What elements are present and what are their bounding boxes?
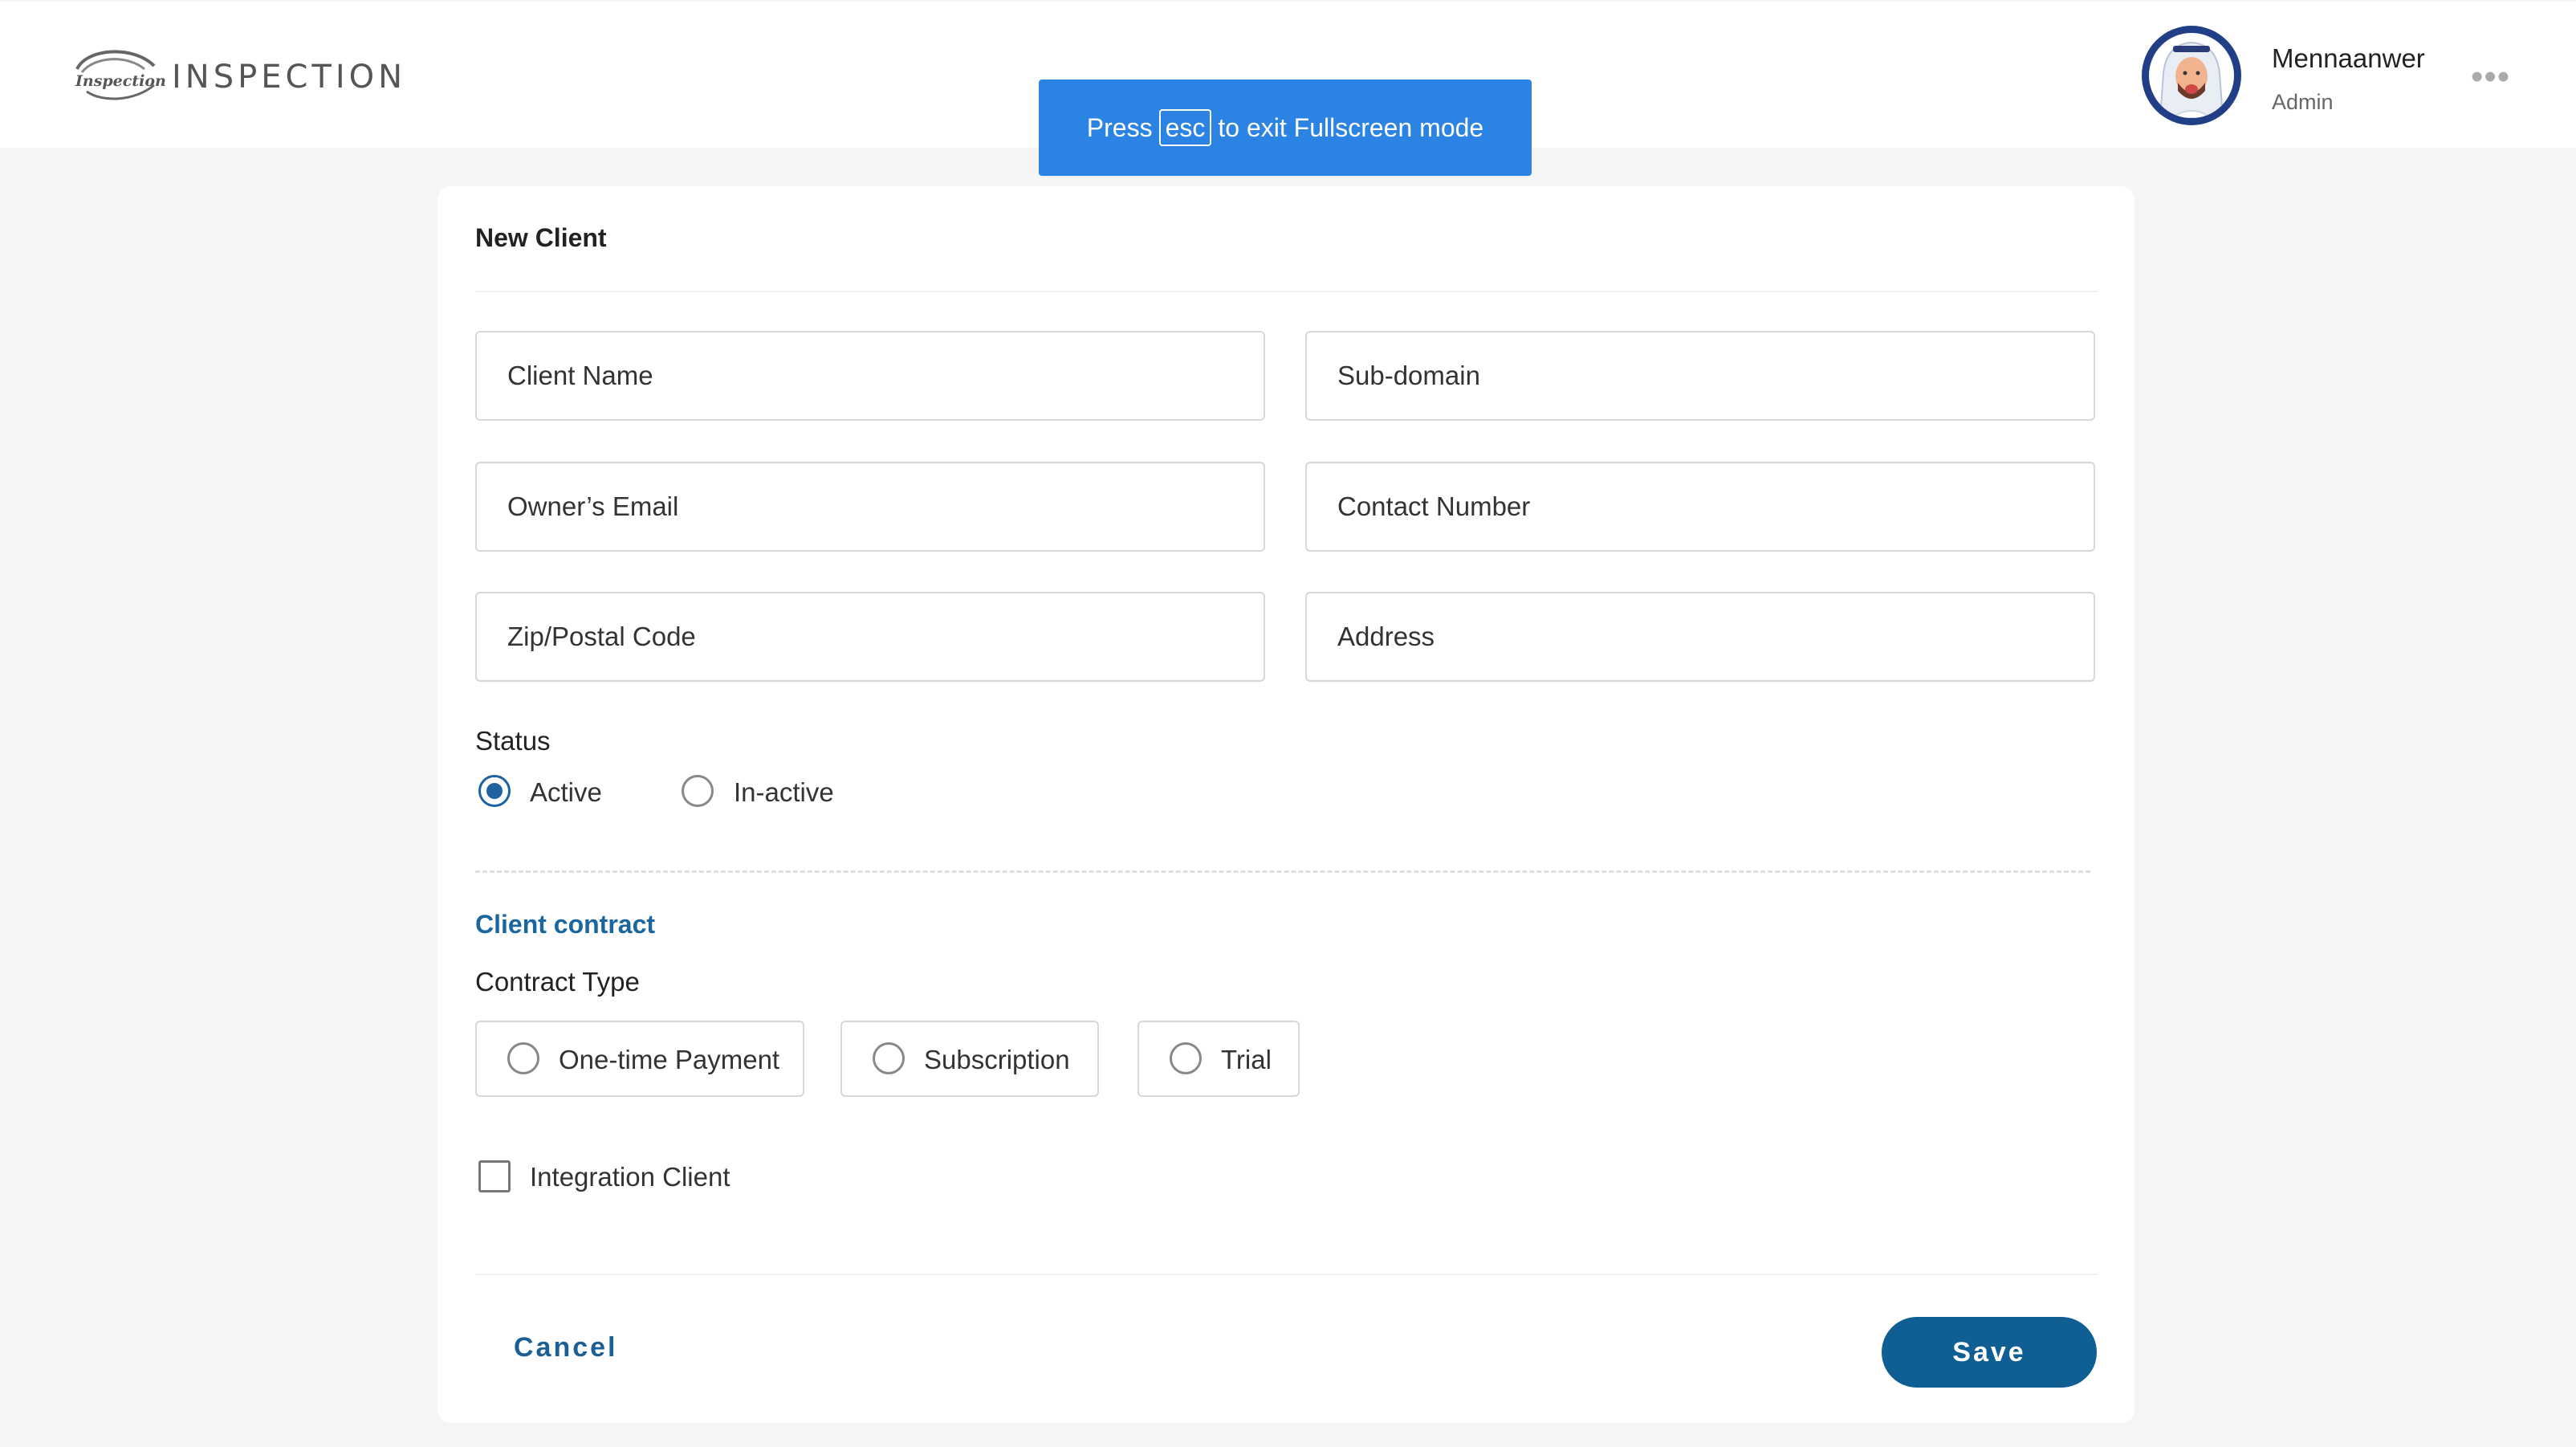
one-time-payment-label[interactable]: One-time Payment [559,1045,779,1075]
owner-email-field[interactable]: Owner’s Email [475,462,1265,552]
user-name: Mennaanwer [2272,43,2425,73]
subscription-radio[interactable] [873,1042,905,1074]
fullscreen-notice-suffix: to exit Fullscreen mode [1218,112,1484,142]
esc-key-badge: esc [1158,109,1212,146]
new-client-card: New Client Client Name Sub-domain Owner’… [437,186,2134,1423]
integration-client-checkbox[interactable] [478,1160,511,1192]
page-title: New Client [475,223,607,252]
trial-radio[interactable] [1170,1042,1202,1074]
fullscreen-notice-prefix: Press [1086,112,1153,142]
trial-label[interactable]: Trial [1221,1045,1272,1075]
section-divider [475,870,2090,873]
logo-swoosh-icon: Inspection [71,45,166,109]
one-time-payment-radio[interactable] [507,1042,539,1074]
status-inactive-radio[interactable] [682,775,714,807]
status-active-radio[interactable] [478,775,511,807]
contract-option-trial[interactable]: Trial [1137,1021,1300,1097]
contract-option-subscription[interactable]: Subscription [840,1021,1099,1097]
status-inactive-label[interactable]: In-active [734,777,834,808]
more-options-icon[interactable]: ••• [2471,59,2510,95]
status-active-label[interactable]: Active [530,777,602,808]
cancel-button[interactable]: Cancel [514,1332,618,1363]
avatar-portrait-icon [2159,41,2224,118]
save-button[interactable]: Save [1882,1317,2097,1388]
address-field[interactable]: Address [1305,592,2095,682]
zip-code-field[interactable]: Zip/Postal Code [475,592,1265,682]
subscription-label[interactable]: Subscription [924,1045,1070,1075]
footer-divider [475,1274,2098,1275]
contact-number-field[interactable]: Contact Number [1305,462,2095,552]
sub-domain-field[interactable]: Sub-domain [1305,331,2095,421]
title-divider [475,291,2098,292]
client-name-field[interactable]: Client Name [475,331,1265,421]
logo-text: INSPECTION [172,59,407,96]
logo-small-text: Inspection [75,72,166,90]
contract-type-label: Contract Type [475,967,640,997]
integration-client-label[interactable]: Integration Client [530,1162,730,1192]
client-contract-heading: Client contract [475,910,656,939]
avatar[interactable] [2142,26,2241,125]
fullscreen-notice: Press esc to exit Fullscreen mode [1039,79,1532,176]
status-label: Status [475,726,551,756]
user-role: Admin [2272,90,2334,114]
app-logo[interactable]: Inspection INSPECTION [71,45,406,109]
contract-option-one-time[interactable]: One-time Payment [475,1021,804,1097]
